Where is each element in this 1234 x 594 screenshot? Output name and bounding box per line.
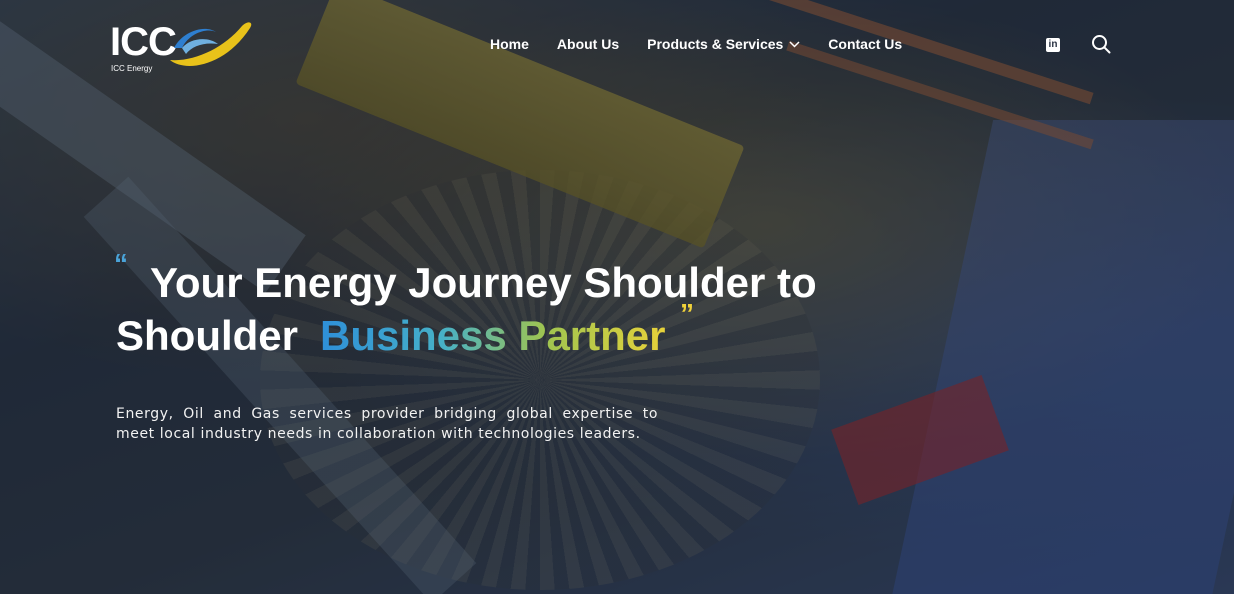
logo-swoosh-icon: [170, 22, 252, 66]
quote-close-mark: ”: [680, 298, 694, 329]
site-logo[interactable]: ICC ICC Energy: [110, 18, 260, 74]
linkedin-icon[interactable]: in: [1046, 38, 1060, 52]
nav-item-label: Products & Services: [647, 36, 784, 52]
nav-item-home[interactable]: Home: [490, 36, 529, 52]
headline-line-1: Your Energy Journey Shoulder to: [150, 259, 817, 306]
headline-line-2-plain: Shoulder: [116, 312, 299, 359]
quote-open-mark: “: [114, 248, 128, 279]
nav-item-label: Home: [490, 36, 529, 52]
hero-section: ICC ICC Energy Home About Us Products & …: [0, 0, 1234, 594]
headline-highlight: Business Partner: [320, 312, 666, 359]
main-nav: Home About Us Products & Services Contac…: [490, 36, 930, 52]
chevron-down-icon: [789, 40, 800, 48]
search-icon[interactable]: [1091, 34, 1111, 54]
hero-description: Energy, Oil and Gas services provider br…: [116, 406, 658, 442]
nav-item-about-us[interactable]: About Us: [557, 36, 619, 52]
nav-item-label: Contact Us: [828, 36, 903, 52]
logo-subtitle: ICC Energy: [111, 64, 153, 73]
nav-item-contact-us[interactable]: Contact Us: [828, 36, 902, 52]
headline-line-2: Shoulder Business Partner: [116, 309, 666, 362]
nav-item-products-services[interactable]: Products & Services: [647, 36, 800, 52]
nav-item-label: About Us: [556, 36, 620, 52]
